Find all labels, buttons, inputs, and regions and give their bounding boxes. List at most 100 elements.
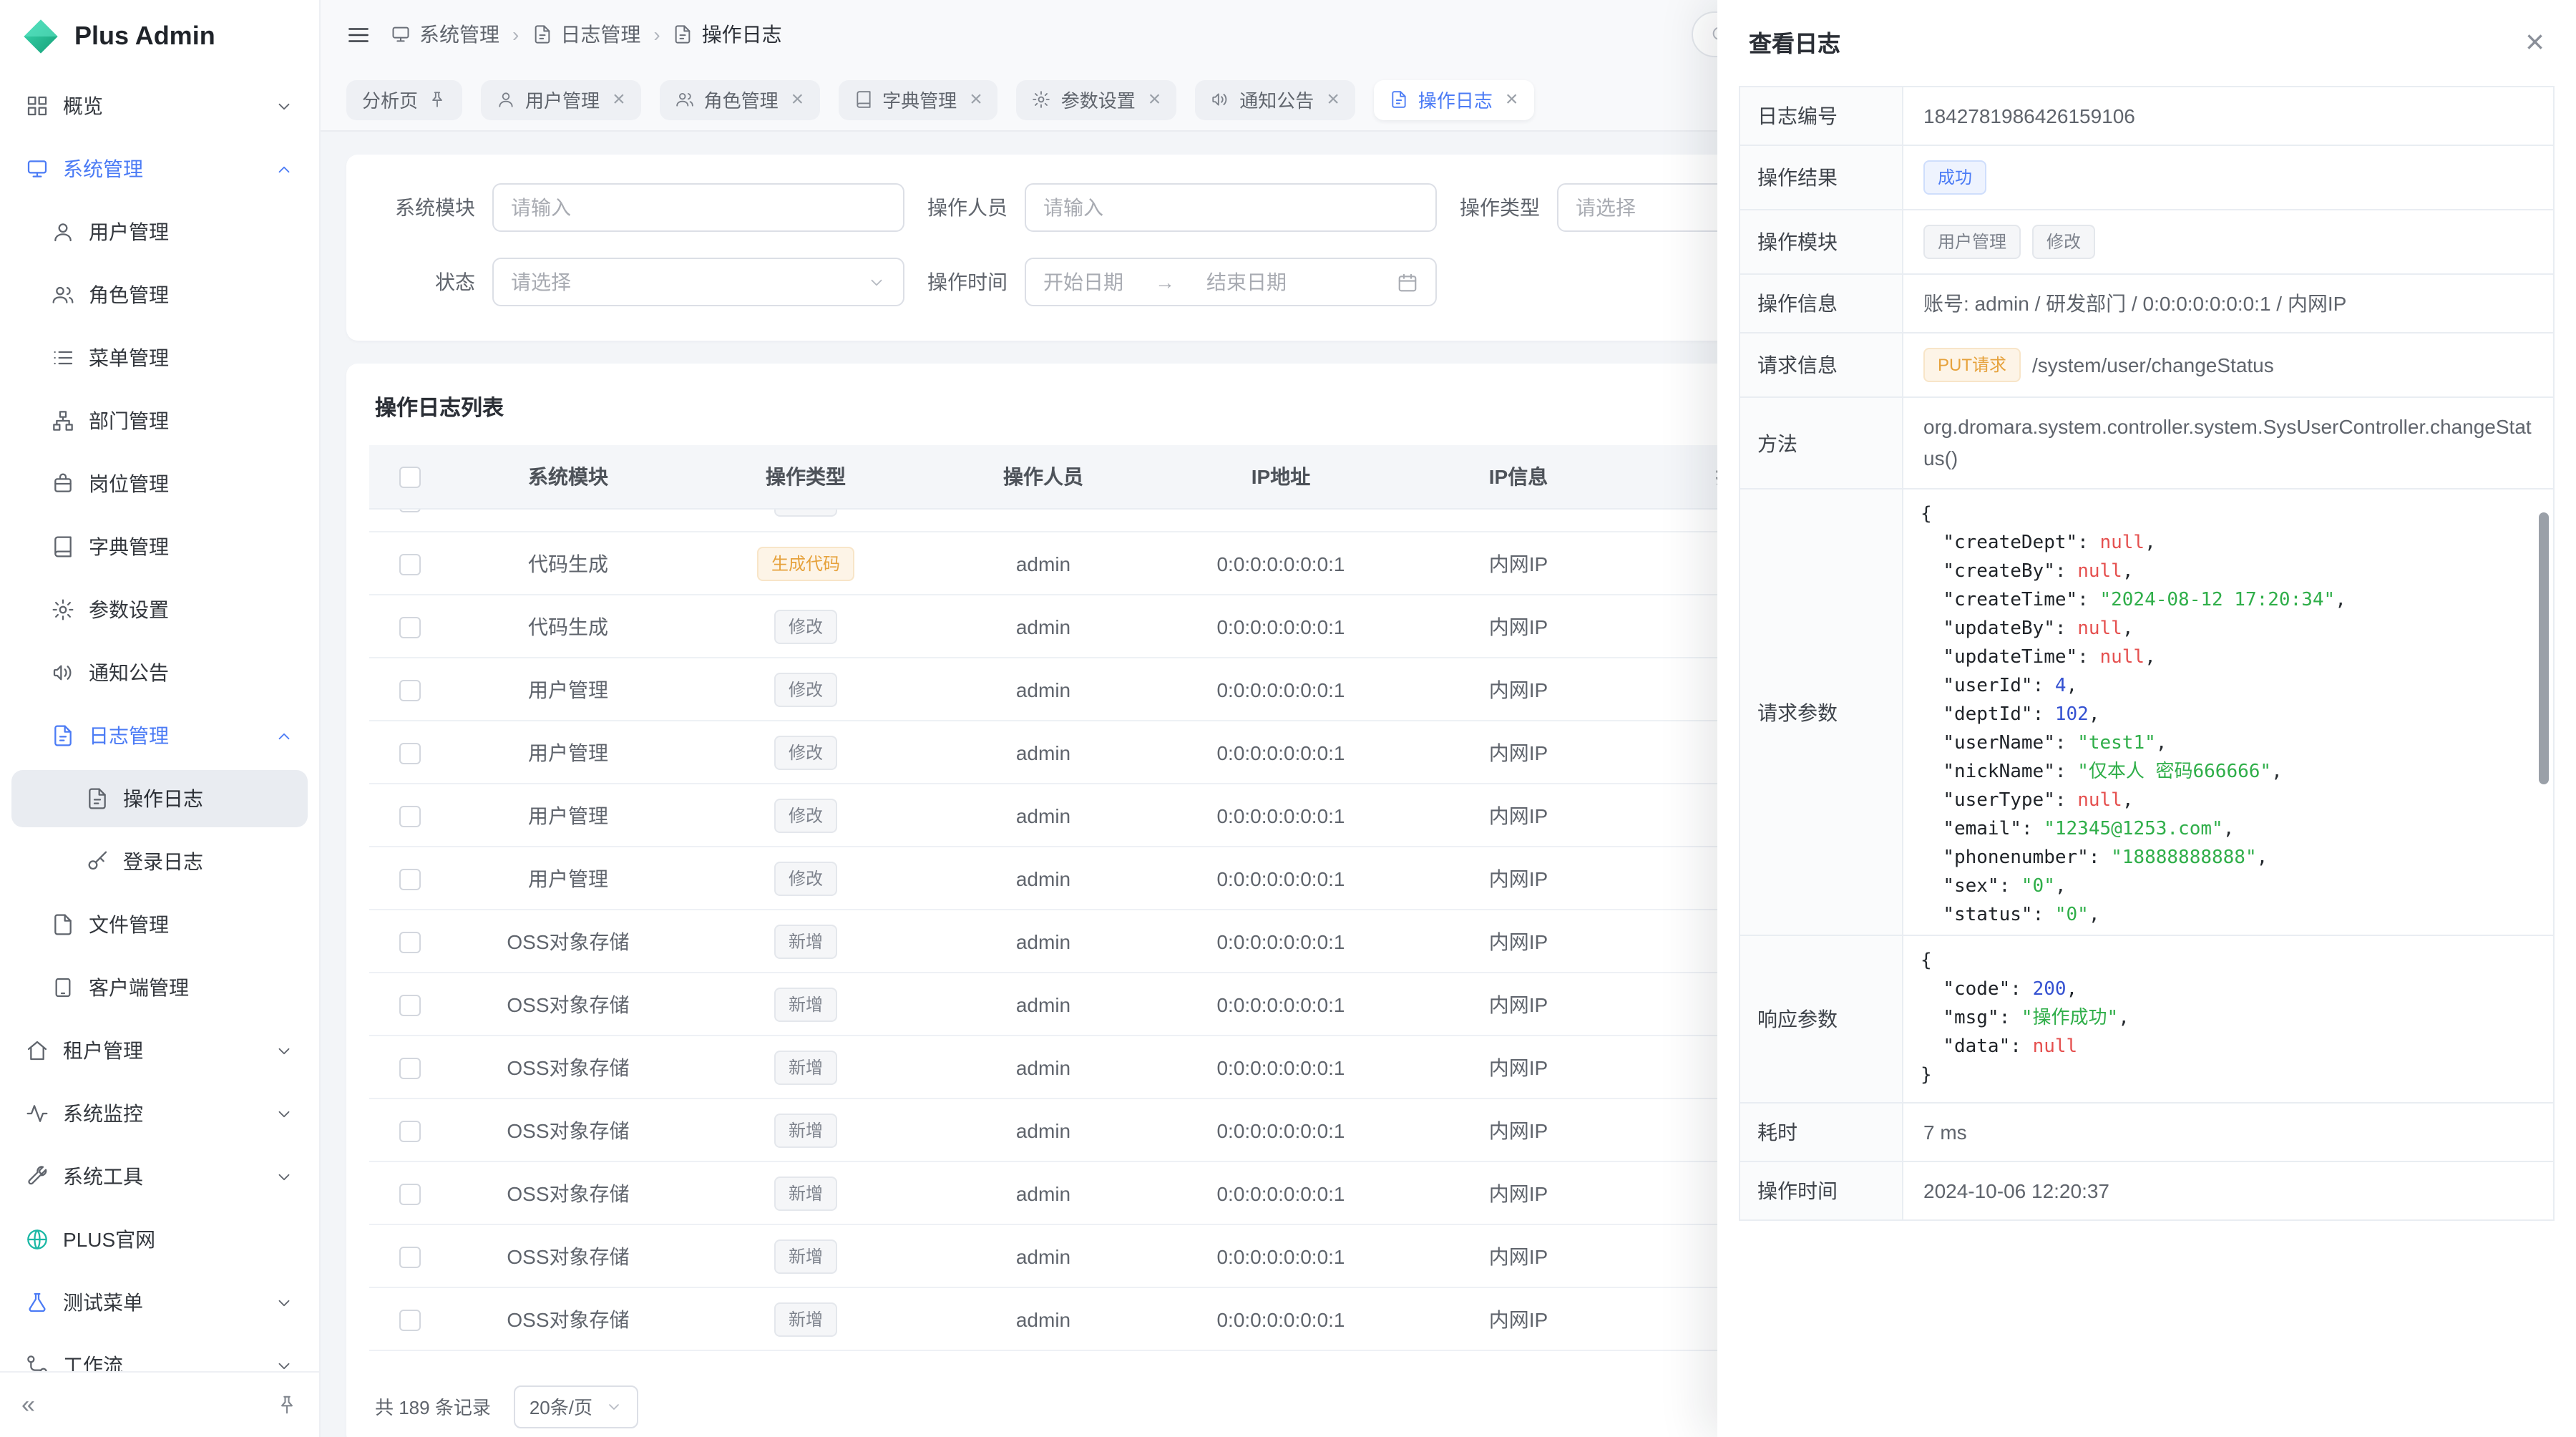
sidebar-item-operation-log[interactable]: 操作日志 [11, 770, 308, 827]
tab-param-settings[interactable]: 参数设置× [1017, 79, 1177, 120]
scrollbar-thumb[interactable] [2539, 513, 2549, 785]
system-module-input[interactable]: 请输入 [492, 183, 904, 232]
chevron-up-icon [275, 160, 293, 178]
close-tab-icon[interactable]: × [1148, 89, 1161, 110]
monitor-icon [391, 24, 411, 44]
sidebar-item-dept-mgmt[interactable]: 部门管理 [11, 392, 308, 449]
tab-notice[interactable]: 通知公告× [1195, 79, 1355, 120]
gear-icon [52, 598, 74, 621]
close-tab-icon[interactable]: × [791, 89, 804, 110]
row-checkbox[interactable] [399, 1247, 420, 1268]
row-checkbox[interactable] [399, 869, 420, 890]
activity-icon [26, 1102, 49, 1125]
cell-operator: admin [924, 847, 1162, 910]
log-details: 日志编号 1842781986426159106 操作结果 成功 操作模块 用户… [1739, 86, 2555, 1222]
row-checkbox[interactable] [399, 680, 420, 701]
cell-operator: admin [924, 910, 1162, 973]
sidebar-item-test-menu[interactable]: 测试菜单 [11, 1274, 308, 1331]
cell-ip: 0:0:0:0:0:0:0:1 [1162, 658, 1400, 721]
row-checkbox[interactable] [399, 743, 420, 764]
log-table-row: 用户管理修改admin0:0:0:0:0:0:0:1内网IP成功 [369, 658, 1875, 721]
sidebar-item-param-settings[interactable]: 参数设置 [11, 581, 308, 638]
tab-dict-mgmt[interactable]: 字典管理 × [838, 79, 998, 120]
row-checkbox[interactable] [399, 617, 420, 638]
row-checkbox[interactable] [399, 1058, 420, 1079]
operator-input[interactable]: 请输入 [1025, 183, 1437, 232]
log-table-row: OSS对象存储新增admin0:0:0:0:0:0:0:1内网IP成功 [369, 1161, 1875, 1224]
column-header: IP地址 [1162, 445, 1400, 508]
input-placeholder: 请输入 [511, 193, 571, 222]
sidebar-item-system-mgmt[interactable]: 系统管理 [11, 140, 308, 198]
menu-toggle-icon[interactable] [346, 22, 371, 47]
tab-analysis[interactable]: 分析页 [346, 79, 462, 120]
tab-role-mgmt[interactable]: 角色管理× [660, 79, 820, 120]
sidebar-item-role-mgmt[interactable]: 角色管理 [11, 266, 308, 323]
row-checkbox[interactable] [399, 554, 420, 575]
cell-module: 代码生成 [449, 509, 687, 532]
sidebar-item-plus-website[interactable]: PLUS官网 [11, 1211, 308, 1268]
request-params-json[interactable]: { "createDept": null, "createBy": null, … [1921, 502, 2536, 931]
close-tab-icon[interactable]: × [1506, 89, 1518, 110]
row-checkbox[interactable] [399, 509, 420, 512]
home-icon [26, 1039, 49, 1062]
sidebar-item-client-mgmt[interactable]: 客户端管理 [11, 959, 308, 1016]
close-tab-icon[interactable]: × [1327, 89, 1340, 110]
tab-operation-log[interactable]: 操作日志× [1374, 79, 1534, 120]
filter-system-module: 系统模块 请输入 [372, 183, 904, 232]
sidebar-item-login-log[interactable]: 登录日志 [11, 833, 308, 890]
operation-type-tag: 新增 [774, 1050, 837, 1084]
operation-type-tag: 新增 [774, 1302, 837, 1336]
sidebar-item-notice[interactable]: 通知公告 [11, 644, 308, 701]
chevron-down-icon [275, 1293, 293, 1312]
close-icon[interactable]: × [2525, 25, 2545, 58]
column-header: 操作人员 [924, 445, 1162, 508]
cell-module: OSS对象存储 [449, 973, 687, 1036]
cell-ip: 0:0:0:0:0:0:0:1 [1162, 509, 1400, 532]
breadcrumb-item[interactable]: 日志管理 [532, 20, 640, 49]
status-select[interactable]: 请选择 [492, 258, 904, 306]
page-size-select[interactable]: 20条/页 [514, 1385, 638, 1428]
pin-sidebar-icon[interactable] [276, 1394, 298, 1416]
cell-operator: admin [924, 1036, 1162, 1099]
key-icon [86, 850, 109, 873]
globe-icon [26, 1228, 49, 1251]
row-checkbox[interactable] [399, 1310, 420, 1331]
users-icon [675, 90, 694, 109]
row-checkbox[interactable] [399, 995, 420, 1016]
sidebar-item-label: 概览 [63, 92, 103, 120]
chevron-down-icon [867, 273, 886, 291]
tab-label: 分析页 [362, 86, 418, 113]
sidebar-item-workflow[interactable]: 工作流 [11, 1337, 308, 1371]
breadcrumb-item[interactable]: 系统管理 [391, 20, 499, 49]
select-all-checkbox[interactable] [399, 467, 420, 488]
cell-module: OSS对象存储 [449, 1099, 687, 1161]
operation-time-range[interactable]: 开始日期 → 结束日期 [1025, 258, 1437, 306]
close-tab-icon[interactable]: × [970, 89, 982, 110]
row-checkbox[interactable] [399, 932, 420, 953]
collapse-sidebar-icon[interactable]: « [21, 1393, 35, 1417]
sidebar-item-system-monitor[interactable]: 系统监控 [11, 1085, 308, 1142]
sidebar-item-label: 系统工具 [63, 1162, 143, 1191]
column-header: 操作类型 [687, 445, 924, 508]
sidebar-item-tenant-mgmt[interactable]: 租户管理 [11, 1022, 308, 1079]
sidebar-item-overview[interactable]: 概览 [11, 77, 308, 135]
sidebar-item-menu-mgmt[interactable]: 菜单管理 [11, 329, 308, 386]
sidebar-item-post-mgmt[interactable]: 岗位管理 [11, 455, 308, 512]
page-size-value: 20条/页 [530, 1393, 592, 1420]
row-checkbox[interactable] [399, 806, 420, 827]
tab-user-mgmt[interactable]: 用户管理× [481, 79, 641, 120]
sidebar-item-file-mgmt[interactable]: 文件管理 [11, 896, 308, 953]
tab-label: 字典管理 [882, 86, 957, 113]
chevron-down-icon [275, 1356, 293, 1371]
close-tab-icon[interactable]: × [613, 89, 625, 110]
cell-ip: 0:0:0:0:0:0:0:1 [1162, 784, 1400, 847]
sidebar-item-log-mgmt[interactable]: 日志管理 [11, 707, 308, 764]
sidebar-item-dict-mgmt[interactable]: 字典管理 [11, 518, 308, 575]
row-checkbox[interactable] [399, 1184, 420, 1205]
cell-module: 用户管理 [449, 784, 687, 847]
sidebar-item-system-tools[interactable]: 系统工具 [11, 1148, 308, 1205]
sidebar-item-user-mgmt[interactable]: 用户管理 [11, 203, 308, 260]
cell-ip-info: 内网IP [1400, 509, 1637, 532]
row-checkbox[interactable] [399, 1121, 420, 1142]
breadcrumb-item[interactable]: 操作日志 [673, 20, 782, 49]
